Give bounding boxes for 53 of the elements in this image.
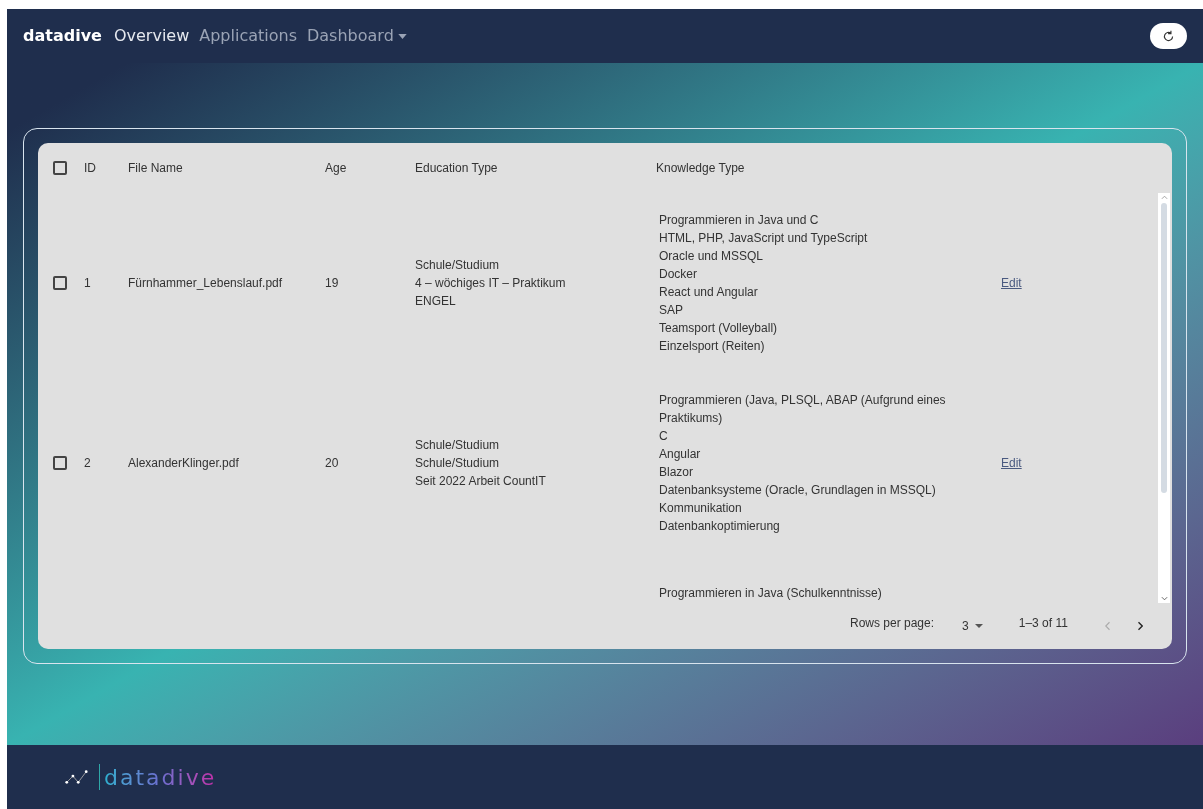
rows-per-page-select[interactable]: 3: [962, 617, 983, 635]
scrollbar[interactable]: [1158, 193, 1170, 603]
column-header[interactable]: Knowledge Type: [656, 161, 745, 175]
scroll-down-icon[interactable]: [1160, 596, 1168, 601]
table-cell-text: Schule/Studium: [415, 257, 501, 274]
checkbox[interactable]: [53, 456, 67, 470]
chevron-right-icon: [1136, 621, 1143, 631]
table-cell: Fürnhammer_Lebenslauf.pdf: [128, 276, 283, 290]
edit-link[interactable]: Edit: [1001, 456, 1022, 470]
table-cell-text: Datenbankoptimierung: [658, 518, 781, 535]
table-cell-text: ENGEL: [415, 293, 457, 310]
table-cell-text: Seit 2022 Arbeit CountIT: [415, 473, 547, 490]
table-cell-text: C: [658, 428, 669, 445]
table-cell-text: Schule/Studium: [415, 455, 501, 472]
column-header[interactable]: Age: [325, 161, 347, 175]
rows-per-page-label: Rows per page:: [850, 615, 935, 632]
table-cell: 1: [84, 276, 91, 290]
table-cell-text: SAP: [658, 302, 684, 319]
nav-link[interactable]: Dashboard: [307, 24, 407, 48]
table-cell-text: HTML, PHP, JavaScript und TypeScript: [658, 230, 869, 247]
table-cell-text: Schule/Studium: [415, 437, 501, 454]
caret-icon: [974, 624, 983, 628]
table-cell-text: Datenbanksysteme (Oracle, Grundlagen in MSSQL): [658, 482, 937, 499]
table-cell-text: Kommunikation: [658, 500, 743, 517]
refresh-icon: [1162, 29, 1175, 43]
nav-link[interactable]: Applications: [199, 24, 297, 48]
refresh-button[interactable]: [1150, 23, 1187, 49]
table-cell-text: Angular: [658, 446, 702, 463]
nav-link[interactable]: Overview: [113, 24, 190, 48]
table-cell-text: Programmieren in Java und C: [658, 212, 820, 229]
table-cell-text: Docker: [658, 266, 698, 283]
page-range: 1–3 of 11: [1018, 615, 1068, 632]
checkbox[interactable]: [53, 276, 67, 290]
edit-link[interactable]: Edit: [1001, 276, 1022, 290]
table-cell-text: React und Angular: [658, 284, 759, 301]
table-cell: 19: [325, 276, 339, 290]
table-cell-text: Teamsport (Volleyball): [658, 320, 779, 337]
column-header[interactable]: ID: [84, 161, 96, 175]
table-cell-text: Oracle und MSSQL: [658, 248, 765, 265]
chevron-left-icon: [1104, 621, 1111, 631]
table-cell-text: Blazor: [658, 464, 694, 481]
caret-icon: [397, 33, 407, 39]
column-header[interactable]: File Name: [128, 161, 183, 175]
table-cell-text: Programmieren in Java (Schulkenntnisse): [658, 585, 882, 602]
column-header[interactable]: Education Type: [415, 161, 498, 175]
table-cell: AlexanderKlinger.pdf: [128, 456, 239, 470]
table-cell: 2: [84, 456, 91, 470]
table-cell: 20: [325, 456, 339, 470]
checkbox[interactable]: [53, 161, 67, 175]
table-cell-text: Programmieren (Java, PLSQL, ABAP (Aufgrund eines Praktikums): [658, 392, 947, 427]
table-cell-text: Einzelsport (Reiten): [658, 338, 766, 355]
table-cell-text: 4 – wöchiges IT – Praktikum: [415, 275, 567, 292]
brand-text[interactable]: datadive: [23, 24, 102, 48]
